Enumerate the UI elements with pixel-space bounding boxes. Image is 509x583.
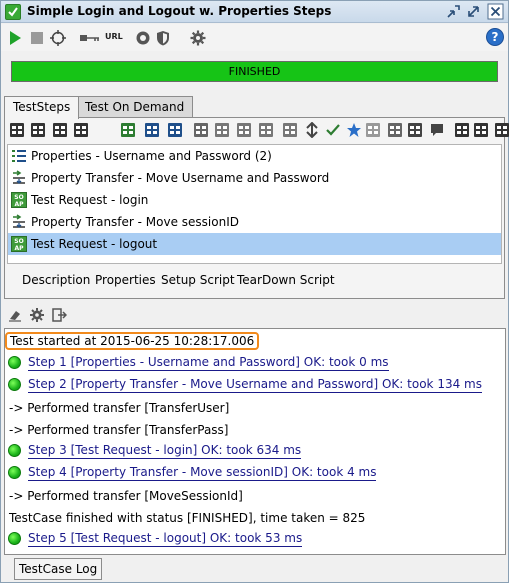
jdbc-icon[interactable] xyxy=(236,122,252,138)
log-text: -> Performed transfer [TransferUser] xyxy=(9,401,230,415)
script-icon[interactable] xyxy=(407,122,423,138)
transfer-icon xyxy=(11,170,27,186)
tab-test-on-demand[interactable]: Test On Demand xyxy=(76,96,194,118)
step-label: Test Request - logout xyxy=(31,237,158,251)
testcase-log: Test started at 2015-06-25 10:28:17.006 … xyxy=(4,328,506,555)
ok-status-icon xyxy=(8,378,21,391)
transfer-step-icon[interactable] xyxy=(167,122,183,138)
properties-step-icon[interactable] xyxy=(144,122,160,138)
list-item[interactable]: Property Transfer - Move Username and Pa… xyxy=(8,167,501,189)
amf-request-step-icon[interactable] xyxy=(73,122,89,138)
transfer-icon xyxy=(11,214,27,230)
rest-request-step-icon[interactable] xyxy=(30,122,46,138)
teststep-toolbar xyxy=(7,122,509,142)
tab-properties[interactable]: Properties xyxy=(95,273,156,287)
step-label: Test Request - login xyxy=(31,193,149,207)
test-case-window: Simple Login and Logout w. Properties St… xyxy=(0,0,509,583)
tab-setup-script[interactable]: Setup Script xyxy=(161,273,235,287)
security-icon[interactable] xyxy=(154,29,172,47)
ok-status-icon xyxy=(8,466,21,479)
log-text: TestCase finished with status [FINISHED]… xyxy=(9,511,366,525)
svg-text:SO: SO xyxy=(14,238,23,245)
progress-status: FINISHED xyxy=(228,65,281,78)
undock-icon[interactable] xyxy=(445,3,462,20)
list-item[interactable]: Property Transfer - Move sessionID xyxy=(8,211,501,233)
list-item[interactable]: Properties - Username and Password (2) xyxy=(8,145,501,167)
mock-request-icon[interactable] xyxy=(473,122,489,138)
log-step-link[interactable]: Step 4 [Property Transfer - Move session… xyxy=(28,465,377,481)
gear-icon[interactable] xyxy=(189,29,207,47)
log-text: -> Performed transfer [TransferPass] xyxy=(9,423,229,437)
datasource-icon[interactable] xyxy=(214,122,230,138)
svg-text:SO: SO xyxy=(14,194,23,201)
soap-request-icon: SO AP xyxy=(11,236,27,252)
log-step-link[interactable]: Step 5 [Test Request - logout] OK: took … xyxy=(28,531,303,547)
tab-description[interactable]: Description xyxy=(22,273,90,287)
datasink-icon[interactable] xyxy=(258,122,274,138)
log-toolbar xyxy=(1,305,508,327)
svg-text:AP: AP xyxy=(14,245,24,252)
teststeps-list: Properties - Username and Password (2) P… xyxy=(7,144,502,264)
delay-icon[interactable] xyxy=(387,122,403,138)
tab-teardown-script[interactable]: TearDown Script xyxy=(237,273,335,287)
mock-trace-icon[interactable] xyxy=(494,122,509,138)
teststeps-panel: Properties - Username and Password (2) P… xyxy=(4,117,509,299)
options-icon[interactable] xyxy=(134,29,152,47)
maximize-icon[interactable] xyxy=(465,3,482,20)
list-item[interactable]: SO AP Test Request - logout xyxy=(8,233,501,255)
mock-response-icon[interactable] xyxy=(454,122,470,138)
main-toolbar: URL ? xyxy=(1,24,508,51)
ok-status-icon xyxy=(8,356,21,369)
stop-icon[interactable] xyxy=(28,29,46,47)
help-icon[interactable]: ? xyxy=(486,28,504,46)
comment-icon[interactable] xyxy=(429,122,445,138)
svg-text:AP: AP xyxy=(14,201,24,208)
run-icon[interactable] xyxy=(6,29,24,47)
step-label: Property Transfer - Move Username and Pa… xyxy=(31,171,330,185)
close-icon[interactable] xyxy=(487,3,504,20)
log-step-link[interactable]: Step 1 [Properties - Username and Passwo… xyxy=(28,355,389,371)
log-text: -> Performed transfer [MoveSessionId] xyxy=(9,489,243,503)
log-step-link[interactable]: Step 3 [Test Request - login] OK: took 6… xyxy=(28,443,302,459)
url-icon[interactable]: URL xyxy=(105,32,123,41)
step-detail-tabs: Description Properties Setup Script Tear… xyxy=(7,270,502,292)
tab-testcase-log[interactable]: TestCase Log xyxy=(14,558,103,580)
favorite-icon[interactable] xyxy=(346,122,362,138)
ok-status-icon xyxy=(8,444,21,457)
soap-request-icon: SO AP xyxy=(11,192,27,208)
run-testcase-icon[interactable] xyxy=(304,122,320,138)
progress-bar: FINISHED xyxy=(11,61,498,82)
loop-icon[interactable] xyxy=(365,122,381,138)
log-step-link[interactable]: Step 2 [Property Transfer - Move Usernam… xyxy=(28,377,482,393)
key-icon[interactable] xyxy=(79,29,101,47)
step-label: Property Transfer - Move sessionID xyxy=(31,215,239,229)
assertion-icon[interactable] xyxy=(325,122,341,138)
export-icon[interactable] xyxy=(51,307,67,323)
target-icon[interactable] xyxy=(49,29,67,47)
eraser-icon[interactable] xyxy=(7,307,23,323)
conditional-goto-icon[interactable] xyxy=(193,122,209,138)
log-start-line: Test started at 2015-06-25 10:28:17.006 xyxy=(5,332,260,350)
tab-teststeps[interactable]: TestSteps xyxy=(4,96,80,119)
gear-icon[interactable] xyxy=(29,307,45,323)
soap-request-step-icon[interactable] xyxy=(9,122,25,138)
database-icon[interactable] xyxy=(282,122,298,138)
step-label: Properties - Username and Password (2) xyxy=(31,149,272,163)
groovy-script-step-icon[interactable] xyxy=(120,122,136,138)
ok-status-icon xyxy=(8,532,21,545)
testcase-icon xyxy=(5,4,21,20)
list-item[interactable]: SO AP Test Request - login xyxy=(8,189,501,211)
window-title: Simple Login and Logout w. Properties St… xyxy=(27,4,332,18)
title-bar: Simple Login and Logout w. Properties St… xyxy=(1,1,508,23)
properties-icon xyxy=(11,148,27,164)
http-request-step-icon[interactable] xyxy=(52,122,68,138)
